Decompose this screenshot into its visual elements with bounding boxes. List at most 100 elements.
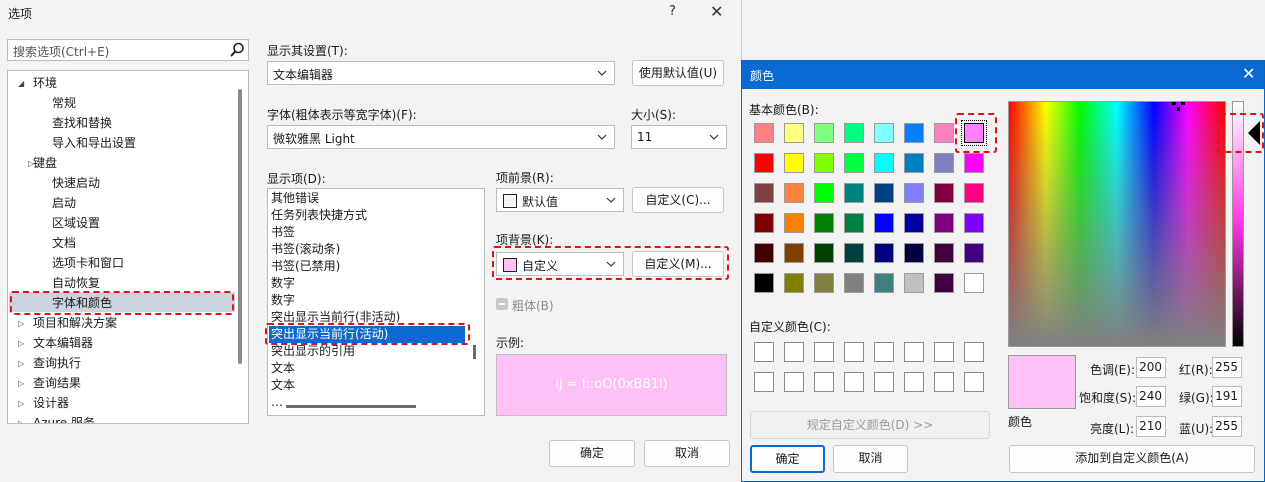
custom-color-swatch[interactable] <box>784 342 804 362</box>
custom-color-swatch[interactable] <box>934 372 954 392</box>
display-item[interactable]: 突出显示当前行(活动) <box>271 326 388 343</box>
display-items-list[interactable]: 其他错误 任务列表快捷方式 书签 书签(滚动条) 书签(已禁用) 数字 数字 突出显示当前行(… <box>267 188 485 416</box>
basic-color-swatch[interactable] <box>904 243 924 263</box>
display-item[interactable]: 书签 <box>271 224 295 241</box>
luminance-slider[interactable] <box>1232 101 1244 347</box>
foreground-dropdown[interactable]: 默认值 <box>496 188 624 212</box>
tree-item[interactable]: ◢ 环境 <box>8 73 234 93</box>
close-icon[interactable]: ✕ <box>710 2 723 21</box>
basic-color-swatch[interactable] <box>814 153 834 173</box>
custom-color-swatch[interactable] <box>874 372 894 392</box>
basic-color-swatch[interactable] <box>904 213 924 233</box>
tree-item[interactable]: 选项卡和窗口 <box>8 253 234 273</box>
custom-color-swatch[interactable] <box>814 372 834 392</box>
basic-color-swatch[interactable] <box>814 213 834 233</box>
basic-color-swatch[interactable] <box>874 273 894 293</box>
tree-item[interactable]: 导入和导出设置 <box>8 133 234 153</box>
custom-color-swatch[interactable] <box>784 372 804 392</box>
basic-color-swatch[interactable] <box>904 273 924 293</box>
bold-checkbox[interactable] <box>496 298 508 310</box>
basic-color-swatch[interactable] <box>754 243 774 263</box>
basic-color-swatch[interactable] <box>874 213 894 233</box>
tree-item[interactable]: ▷ 项目和解决方案 <box>8 313 234 333</box>
custom-color-swatch[interactable] <box>904 342 924 362</box>
basic-color-swatch[interactable] <box>874 153 894 173</box>
basic-color-swatch[interactable] <box>844 213 864 233</box>
ok-button[interactable]: 确定 <box>549 440 635 467</box>
expand-arrow-icon[interactable]: ▷ <box>18 354 24 374</box>
basic-color-swatch[interactable] <box>844 123 864 143</box>
tree-item[interactable]: 区域设置 <box>8 213 234 233</box>
cancel-button[interactable]: 取消 <box>644 440 730 467</box>
green-input[interactable]: 191 <box>1212 386 1242 407</box>
basic-color-swatch[interactable] <box>754 213 774 233</box>
display-item[interactable]: 书签(已禁用) <box>271 258 340 275</box>
tree-item[interactable]: ▷ 查询结果 <box>8 373 234 393</box>
saturation-input[interactable]: 240 <box>1136 386 1166 407</box>
display-item[interactable]: 突出显示的引用 <box>271 343 355 360</box>
basic-color-swatch[interactable] <box>934 243 954 263</box>
basic-color-swatch[interactable] <box>934 183 954 203</box>
tree-item[interactable]: 自动恢复 <box>8 273 234 293</box>
display-list-hscrollbar[interactable] <box>286 405 416 408</box>
custom-color-swatch[interactable] <box>964 372 984 392</box>
basic-color-swatch[interactable] <box>964 243 984 263</box>
background-dropdown[interactable]: 自定义 <box>496 252 624 276</box>
tree-item[interactable]: 快速启动 <box>8 173 234 193</box>
basic-color-swatch[interactable] <box>814 183 834 203</box>
tree-item[interactable]: 文档 <box>8 233 234 253</box>
display-item[interactable]: 文本 <box>271 360 295 377</box>
basic-color-swatch[interactable] <box>934 153 954 173</box>
basic-color-swatch[interactable] <box>844 243 864 263</box>
basic-color-swatch[interactable] <box>784 243 804 263</box>
tree-item[interactable]: 启动 <box>8 193 234 213</box>
tree-item[interactable]: ▷ 文本编辑器 <box>8 333 234 353</box>
tree-scrollbar[interactable] <box>238 89 242 364</box>
add-to-custom-colors-button[interactable]: 添加到自定义颜色(A) <box>1009 445 1255 473</box>
basic-color-swatch[interactable] <box>844 153 864 173</box>
tree-item[interactable]: 常规 <box>8 93 234 113</box>
custom-color-swatch[interactable] <box>814 342 834 362</box>
options-tree[interactable]: ◢ 环境 常规 查找和替换 导入和导出设置 ▷ 键盘 快速启动 启动 区域设置 文档 选项卡和窗口 自动… <box>7 70 249 424</box>
display-item[interactable]: 任务列表快捷方式 <box>271 207 367 224</box>
display-item[interactable]: 书签(滚动条) <box>271 241 340 258</box>
display-list-vscrollbar[interactable] <box>473 345 476 359</box>
help-icon[interactable]: ? <box>669 4 676 19</box>
display-item[interactable]: 其他错误 <box>271 190 319 207</box>
basic-color-swatch[interactable] <box>904 123 924 143</box>
basic-color-swatch[interactable] <box>964 213 984 233</box>
font-dropdown[interactable]: 微软雅黑 Light <box>267 125 615 149</box>
basic-color-swatch[interactable] <box>784 123 804 143</box>
basic-color-swatch[interactable] <box>784 183 804 203</box>
expand-arrow-icon[interactable]: ▷ <box>18 394 24 414</box>
basic-color-swatch[interactable] <box>754 123 774 143</box>
search-icon[interactable] <box>229 41 245 59</box>
define-custom-colors-button[interactable]: 规定自定义颜色(D) >> <box>750 411 990 439</box>
tree-item[interactable]: ▷ Azure 服务 <box>8 413 234 423</box>
color-cancel-button[interactable]: 取消 <box>833 445 908 473</box>
custom-color-swatch[interactable] <box>754 372 774 392</box>
tree-item[interactable]: ▷ 查询执行 <box>8 353 234 373</box>
basic-color-swatch[interactable] <box>964 273 984 293</box>
show-settings-dropdown[interactable]: 文本编辑器 <box>267 61 615 85</box>
basic-color-swatch[interactable] <box>934 213 954 233</box>
basic-color-swatch[interactable] <box>874 243 894 263</box>
basic-color-swatch[interactable] <box>904 183 924 203</box>
basic-color-swatch[interactable] <box>814 273 834 293</box>
basic-color-swatch[interactable] <box>961 120 987 146</box>
color-ok-button[interactable]: 确定 <box>750 445 825 473</box>
expand-arrow-icon[interactable]: ▷ <box>18 414 24 423</box>
basic-color-swatch[interactable] <box>934 123 954 143</box>
luminance-input[interactable]: 210 <box>1136 416 1166 437</box>
basic-color-swatch[interactable] <box>844 183 864 203</box>
tree-item[interactable]: 字体和颜色 <box>8 293 234 313</box>
red-input[interactable]: 255 <box>1212 357 1242 378</box>
basic-color-swatch[interactable] <box>904 153 924 173</box>
background-custom-button[interactable]: 自定义(M)... <box>632 251 724 277</box>
custom-color-swatch[interactable] <box>934 342 954 362</box>
basic-color-swatch[interactable] <box>754 153 774 173</box>
basic-color-swatch[interactable] <box>754 183 774 203</box>
tree-item[interactable]: ▷ 设计器 <box>8 393 234 413</box>
foreground-custom-button[interactable]: 自定义(C)... <box>632 187 724 213</box>
basic-color-swatch[interactable] <box>934 273 954 293</box>
